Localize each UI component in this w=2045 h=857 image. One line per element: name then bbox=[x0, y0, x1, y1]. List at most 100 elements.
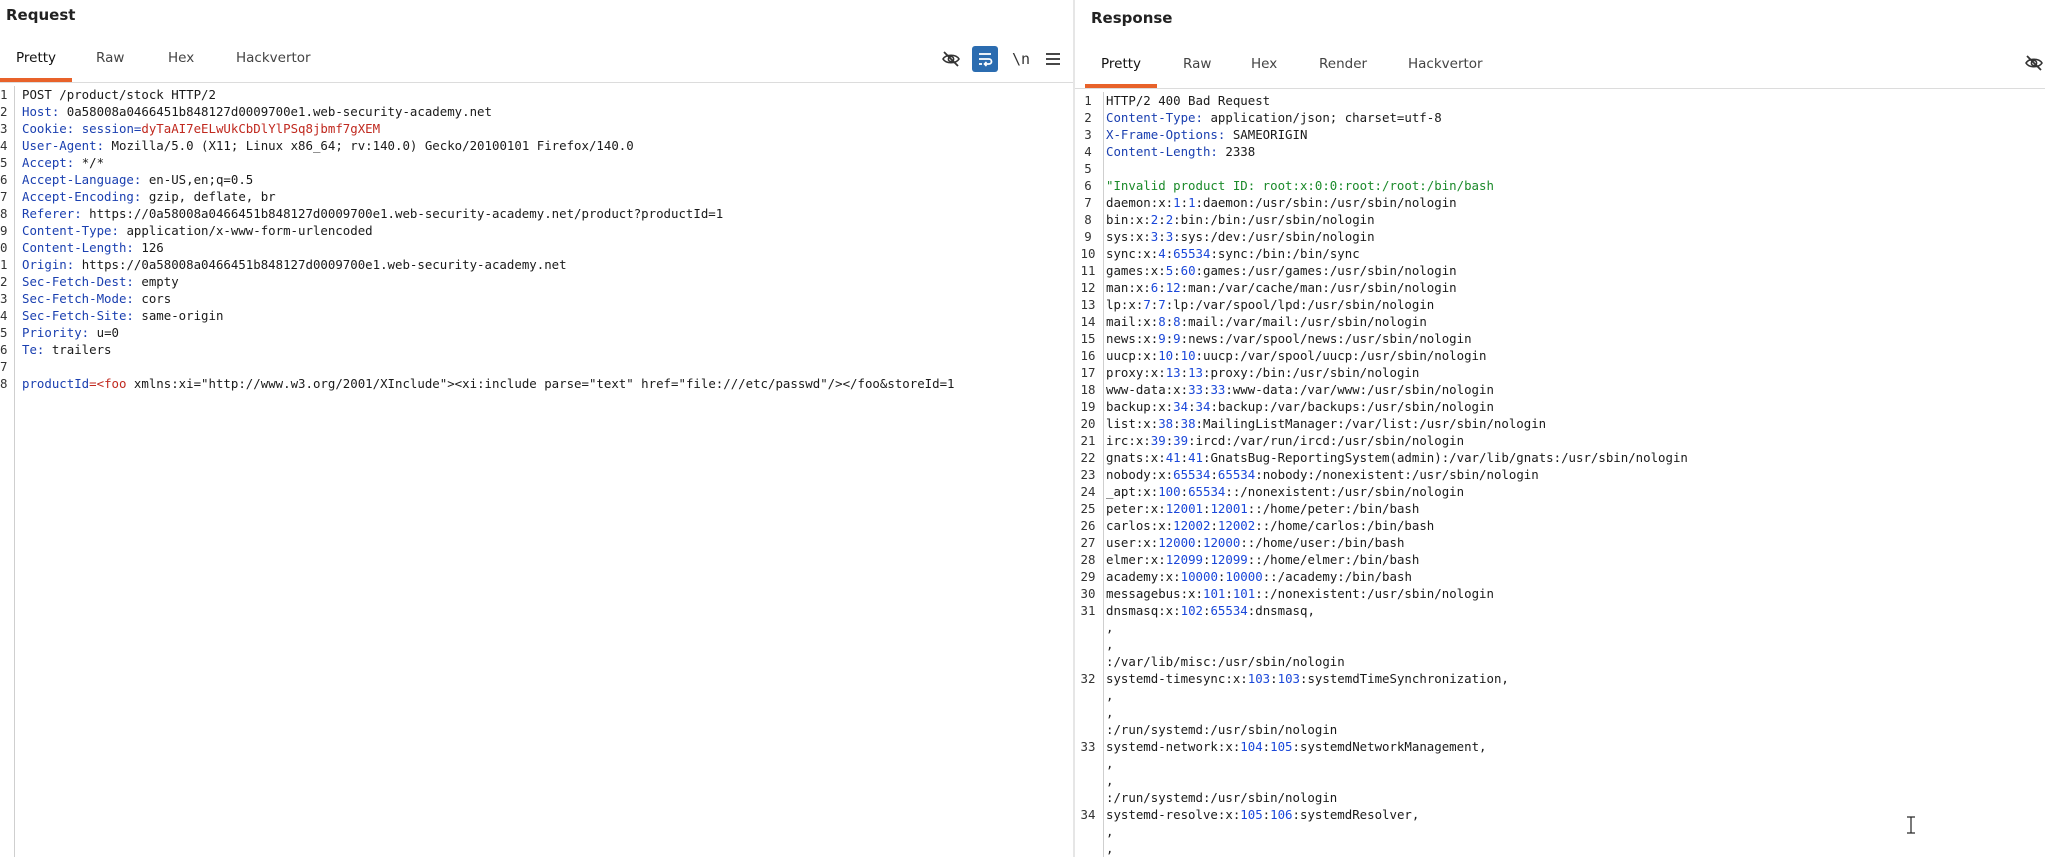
response-code-line: 15 news:x:9:9:news:/var/spool/news:/usr/s… bbox=[1075, 330, 2045, 347]
request-code-line: 6 Accept-Language: en-US,en;q=0.5 bbox=[0, 171, 1073, 188]
response-line-text: bin:x:2:2:bin:/bin:/usr/sbin/nologin bbox=[1106, 211, 1375, 228]
response-lines: 1 HTTP/2 400 Bad Request 2 Content-Type: ap… bbox=[1075, 92, 2045, 857]
request-tab-hex[interactable]: Hex bbox=[152, 42, 210, 78]
request-editor[interactable]: 1 POST /product/stock HTTP/2 2 Host: 0a5800… bbox=[0, 86, 1073, 857]
response-token: elmer:x: bbox=[1106, 552, 1166, 567]
request-line-number: 2 bbox=[0, 104, 8, 119]
response-line-number: 5 bbox=[1084, 161, 1092, 176]
response-code-line: 24 _apt:x:100:65534::/nonexistent:/usr/sb… bbox=[1075, 483, 2045, 500]
response-token: 1 bbox=[1188, 195, 1196, 210]
request-tabs: Pretty Raw Hex Hackvertor bbox=[0, 42, 1073, 86]
response-line-number: 25 bbox=[1080, 501, 1096, 516]
request-token: <foo bbox=[96, 376, 127, 391]
response-code-line: 29 academy:x:10000:10000::/academy:/bin/b… bbox=[1075, 568, 2045, 585]
response-token: : bbox=[1173, 348, 1181, 363]
response-token: systemd-timesync:x: bbox=[1106, 671, 1248, 686]
response-line-text: uucp:x:10:10:uucp:/var/spool/uucp:/usr/s… bbox=[1106, 347, 1486, 364]
response-token: 101 bbox=[1232, 586, 1256, 601]
response-token: messagebus:x: bbox=[1106, 586, 1203, 601]
request-code-line: 6 Te: trailers bbox=[0, 341, 1073, 358]
response-tab-hex[interactable]: Hex bbox=[1235, 48, 1293, 84]
request-tab-raw[interactable]: Raw bbox=[80, 42, 140, 78]
response-code-line: , bbox=[1075, 704, 2045, 721]
response-token: SAMEORIGIN bbox=[1232, 127, 1308, 142]
request-token: session= bbox=[81, 121, 142, 136]
request-line-number: 5 bbox=[0, 155, 8, 170]
request-token: Referer: bbox=[22, 206, 90, 221]
text-cursor-icon bbox=[1906, 815, 1916, 835]
response-tab-hackvertor[interactable]: Hackvertor bbox=[1392, 48, 1499, 84]
request-line-text: Origin: https://0a58008a0466451b848127d0… bbox=[22, 256, 567, 273]
response-code-line: 4 Content-Length: 2338 bbox=[1075, 143, 2045, 160]
response-token: :systemdResolver, bbox=[1292, 807, 1420, 822]
response-code-line: 6 "Invalid product ID: root:x:0:0:root:/r… bbox=[1075, 177, 2045, 194]
response-token: :proxy:/bin:/usr/sbin/nologin bbox=[1203, 365, 1420, 380]
response-token: 38 bbox=[1180, 416, 1196, 431]
response-token: 65534 bbox=[1188, 484, 1226, 499]
response-token: 8 bbox=[1158, 314, 1166, 329]
request-line-number: 9 bbox=[0, 223, 8, 238]
request-token: productId bbox=[22, 376, 90, 391]
response-line-text: systemd-network:x:104:105:systemdNetwork… bbox=[1106, 738, 1487, 755]
request-token: = bbox=[89, 376, 97, 391]
request-line-text: Accept-Encoding: gzip, deflate, br bbox=[22, 188, 276, 205]
request-token: Accept-Language: bbox=[22, 172, 149, 187]
response-token: 13 bbox=[1188, 365, 1203, 380]
response-token: :sync:/bin:/bin/sync bbox=[1210, 246, 1360, 261]
response-token: 65534 bbox=[1173, 467, 1211, 482]
request-line-number: 2 bbox=[0, 274, 8, 289]
request-wrap-lines-button[interactable] bbox=[972, 46, 998, 72]
request-line-text: Sec-Fetch-Mode: cors bbox=[22, 290, 171, 307]
response-token: 34 bbox=[1173, 399, 1189, 414]
request-hide-button[interactable] bbox=[938, 46, 964, 72]
request-newline-toggle[interactable]: \n bbox=[1008, 46, 1034, 72]
request-tab-pretty[interactable]: Pretty bbox=[0, 42, 73, 82]
response-token: , bbox=[1106, 773, 1114, 788]
request-token: */* bbox=[81, 155, 105, 170]
response-line-number: 27 bbox=[1080, 535, 1096, 550]
response-token: , bbox=[1106, 620, 1114, 635]
response-line-text: man:x:6:12:man:/var/cache/man:/usr/sbin/… bbox=[1106, 279, 1457, 296]
response-pane: Response Pretty Raw Hex Render Hackverto… bbox=[1075, 0, 2045, 857]
request-token: https://0a58008a0466451b848127d0009700e1… bbox=[81, 257, 567, 272]
response-line-number: 20 bbox=[1080, 416, 1096, 431]
response-line-text: :/var/lib/misc:/usr/sbin/nologin bbox=[1106, 653, 1345, 670]
response-hide-button[interactable] bbox=[2021, 50, 2045, 76]
response-line-number: 22 bbox=[1080, 450, 1096, 465]
response-line-text: "Invalid product ID: root:x:0:0:root:/ro… bbox=[1106, 177, 1494, 194]
response-token: : bbox=[1158, 280, 1166, 295]
response-editor[interactable]: 1 HTTP/2 400 Bad Request 2 Content-Type: ap… bbox=[1075, 92, 2045, 857]
response-line-text: messagebus:x:101:101::/nonexistent:/usr/… bbox=[1106, 585, 1494, 602]
response-line-text: _apt:x:100:65534::/nonexistent:/usr/sbin… bbox=[1106, 483, 1464, 500]
request-token: Priority: bbox=[22, 325, 97, 340]
response-token: 105 bbox=[1240, 807, 1263, 822]
response-token: , bbox=[1106, 824, 1114, 839]
response-tab-pretty[interactable]: Pretty bbox=[1085, 48, 1158, 88]
response-line-number: 11 bbox=[1080, 263, 1096, 278]
response-code-line: 12 man:x:6:12:man:/var/cache/man:/usr/sbi… bbox=[1075, 279, 2045, 296]
response-line-text: proxy:x:13:13:proxy:/bin:/usr/sbin/nolog… bbox=[1106, 364, 1419, 381]
request-tab-hackvertor[interactable]: Hackvertor bbox=[220, 42, 327, 78]
response-token: :GnatsBug-ReportingSystem(admin):/var/li… bbox=[1203, 450, 1688, 465]
response-token: ::/home/carlos:/bin/bash bbox=[1255, 518, 1435, 533]
response-code-line: 10 sync:x:4:65534:sync:/bin:/bin/sync bbox=[1075, 245, 2045, 262]
request-menu-button[interactable] bbox=[1040, 46, 1066, 72]
request-token: gzip, deflate, br bbox=[148, 189, 276, 204]
response-token: proxy:x: bbox=[1106, 365, 1166, 380]
response-token: uucp:x: bbox=[1106, 348, 1159, 363]
response-token: backup:x: bbox=[1106, 399, 1174, 414]
response-token: ::/home/elmer:/bin/bash bbox=[1247, 552, 1420, 567]
request-code-line: 3 Cookie: session=dyTaAI7eELwUkCbDlYlPSq8… bbox=[0, 120, 1073, 137]
request-line-text: productId=<foo xmlns:xi="http://www.w3.o… bbox=[22, 375, 955, 392]
request-code-line: 5 Priority: u=0 bbox=[0, 324, 1073, 341]
response-tab-render[interactable]: Render bbox=[1303, 48, 1383, 84]
response-tab-raw[interactable]: Raw bbox=[1167, 48, 1227, 84]
response-token: peter:x: bbox=[1106, 501, 1166, 516]
response-token: 103 bbox=[1277, 671, 1300, 686]
response-line-text: gnats:x:41:41:GnatsBug-ReportingSystem(a… bbox=[1106, 449, 1688, 466]
response-token: _apt:x: bbox=[1106, 484, 1159, 499]
response-line-text: , bbox=[1106, 840, 1113, 857]
response-line-number: 34 bbox=[1080, 807, 1096, 822]
request-line-number: 7 bbox=[0, 189, 8, 204]
request-line-number: 6 bbox=[0, 172, 8, 187]
